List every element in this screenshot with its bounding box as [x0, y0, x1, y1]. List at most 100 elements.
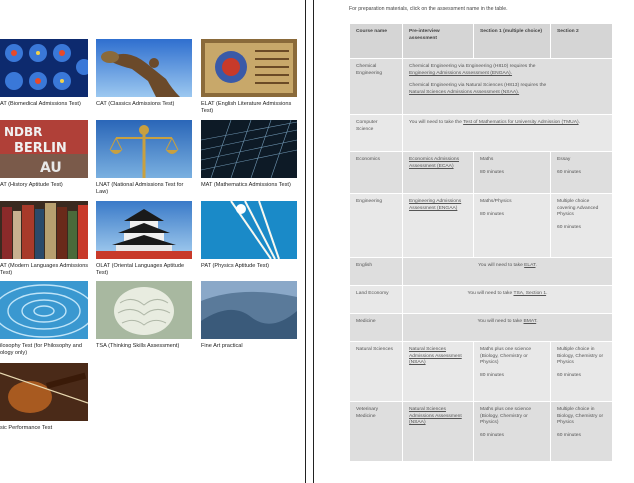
info-text: Chemical Engineering via Engineering (H8…	[409, 64, 536, 69]
section-text: Maths/Physics	[480, 199, 512, 204]
assessment-cell: Chemical Engineering via Engineering (H8…	[402, 58, 613, 115]
tile-caption[interactable]: PAT (Physics Aptitude Test)	[201, 263, 299, 270]
duration-text: 80 minutes	[480, 211, 504, 217]
assessment-cell: Economics Admissions Assessment (ECAA)	[402, 151, 474, 194]
duration-text: 60 minutes	[557, 372, 581, 378]
duration-text: 80 minutes	[480, 372, 504, 378]
wireframe-grid-image[interactable]	[201, 120, 297, 178]
section1-cell: Maths plus one science (Biology, Chemist…	[473, 341, 551, 402]
table-row: Chemical Engineering Chemical Engineerin…	[349, 58, 613, 115]
info-text: You will need to take the	[409, 120, 464, 125]
section2-cell: Multiple choice in Biology, Chemistry or…	[550, 341, 613, 402]
intro-text: For preparation materials, click on the …	[349, 6, 508, 12]
assessment-cell: You will need to take TSA, Section 1.	[402, 285, 613, 314]
tile-caption[interactable]: LNAT (National Admissions Test for Law)	[96, 182, 194, 196]
books-image[interactable]	[0, 201, 88, 259]
nsaa-link[interactable]: Natural Sciences Admissions Assessment (…	[409, 407, 462, 425]
tile-caption[interactable]: CAT (Classics Admissions Test)	[96, 101, 194, 108]
tile-caption[interactable]: TSA (Thinking Skills Assessment)	[96, 343, 194, 350]
tile-caption[interactable]: Fine Art practical	[201, 343, 299, 350]
tile-caption[interactable]: AT (History Aptitude Test)	[0, 182, 90, 189]
duration-text: 60 minutes	[557, 224, 581, 230]
illuminated-manuscript-image[interactable]	[201, 39, 297, 97]
punctuation: .	[535, 263, 537, 268]
bmat-link[interactable]: BMAT	[524, 319, 537, 324]
tsa-link[interactable]: TSA, Section 1	[513, 291, 546, 296]
svg-text:AU: AU	[40, 160, 62, 176]
column-header: Section 1 (multiple choice)	[473, 23, 551, 59]
table-row: Medicine You will need to take BMAT.	[349, 313, 613, 342]
duration-text: 80 minutes	[480, 169, 504, 175]
brain-sculpture-image[interactable]	[96, 281, 192, 339]
tile-caption[interactable]: AT (Modern Languages Admissions Test)	[0, 263, 90, 277]
assessment-cell: You will need to take ELAT.	[402, 257, 613, 286]
page-divider	[305, 0, 306, 483]
tile-caption[interactable]: ilosophy Test (for Philosophy and ology …	[0, 343, 90, 357]
page-divider	[313, 0, 314, 483]
punctuation: .	[578, 120, 580, 125]
tile-caption[interactable]: sic Performance Test	[0, 425, 90, 432]
info-text: You will need to take	[467, 291, 514, 296]
table-header-row: Course name Pre-interview assessment Sec…	[349, 23, 613, 59]
section1-cell: Maths plus one science (Biology, Chemist…	[473, 401, 551, 462]
punctuation: .	[536, 319, 538, 324]
light-beams-image[interactable]	[201, 201, 297, 259]
ecaa-link[interactable]: Economics Admissions Assessment (ECAA)	[409, 157, 459, 169]
nsaa-link[interactable]: Natural Sciences Admissions Assessment (…	[409, 347, 462, 365]
berlin-wall-graffiti-image[interactable]: NDBR BERLIN AU	[0, 120, 88, 178]
assessment-cell: Engineering Admissions Assessment (ENGAA…	[402, 193, 474, 258]
section-text: Maths plus one science (Biology, Chemist…	[480, 407, 532, 426]
assessment-cell: You will need to take the Test of Mathem…	[402, 114, 613, 152]
engaa-link[interactable]: Engineering Admissions Assessment (ENGAA…	[409, 199, 461, 211]
table-row: Economics Economics Admissions Assessmen…	[349, 151, 613, 194]
violin-image[interactable]	[0, 363, 88, 421]
engaa-link[interactable]: Engineering Admissions Assessment (ENGAA…	[409, 71, 512, 76]
table-row: Veterinary Medicine Natural Sciences Adm…	[349, 401, 613, 462]
section-text: Maths	[480, 157, 494, 162]
course-cell: Land Economy	[349, 285, 403, 314]
course-cell: Chemical Engineering	[349, 58, 403, 115]
section-text: Multiple choice in Biology, Chemistry or…	[557, 407, 604, 426]
column-header: Pre-interview assessment	[402, 23, 474, 59]
duration-text: 60 minutes	[557, 432, 581, 438]
water-ripple-image[interactable]	[0, 281, 88, 339]
duration-text: 60 minutes	[557, 169, 581, 175]
table-row: Natural Sciences Natural Sciences Admiss…	[349, 341, 613, 402]
column-header: Course name	[349, 23, 403, 59]
tile-caption[interactable]: OLAT (Oriental Languages Aptitude Test)	[96, 263, 194, 277]
section2-cell: Multiple choice covering Advanced Physic…	[550, 193, 613, 258]
punctuation: .	[546, 291, 548, 296]
tile-caption[interactable]: ELAT (English Literature Admissions Test…	[201, 101, 299, 115]
section-text: Maths plus one science (Biology, Chemist…	[480, 347, 532, 366]
assessment-table: Course name Pre-interview assessment Sec…	[349, 23, 613, 462]
course-cell: Natural Sciences	[349, 341, 403, 402]
section-text: Multiple choice in Biology, Chemistry or…	[557, 347, 604, 366]
japanese-castle-image[interactable]	[96, 201, 192, 259]
duration-text: 60 minutes	[480, 432, 504, 438]
svg-text:BERLIN: BERLIN	[14, 141, 67, 156]
section2-cell: Essay 60 minutes	[550, 151, 613, 194]
section1-cell: Maths 80 minutes	[473, 151, 551, 194]
assessment-gallery: AT (Biomedical Admissions Test) CAT (Cla…	[0, 0, 300, 483]
section-text: Essay	[557, 157, 571, 162]
discus-thrower-statue-image[interactable]	[96, 39, 192, 97]
section1-cell: Maths/Physics 80 minutes	[473, 193, 551, 258]
table-row: English You will need to take ELAT.	[349, 257, 613, 286]
assessment-cell: Natural Sciences Admissions Assessment (…	[402, 341, 474, 402]
tmua-link[interactable]: Test of Mathematics for University Admis…	[463, 120, 579, 125]
justice-statue-image[interactable]	[96, 120, 192, 178]
info-text: Chemical Engineering via Natural Science…	[409, 83, 547, 89]
course-cell: English	[349, 257, 403, 286]
svg-text:NDBR: NDBR	[4, 125, 42, 139]
course-cell: Veterinary Medicine	[349, 401, 403, 462]
tile-caption[interactable]: AT (Biomedical Admissions Test)	[0, 101, 90, 108]
assessment-cell: You will need to take BMAT.	[402, 313, 613, 342]
tile-caption[interactable]: MAT (Mathematics Admissions Test)	[201, 182, 299, 189]
brain-scan-image[interactable]	[0, 39, 88, 97]
table-row: Engineering Engineering Admissions Asses…	[349, 193, 613, 258]
table-row: Land Economy You will need to take TSA, …	[349, 285, 613, 314]
elat-link[interactable]: ELAT	[524, 263, 535, 268]
painted-canvas-image[interactable]	[201, 281, 297, 339]
nsaa-link[interactable]: Natural Sciences Admissions Assessment (…	[409, 90, 519, 95]
assessment-cell: Natural Sciences Admissions Assessment (…	[402, 401, 474, 462]
